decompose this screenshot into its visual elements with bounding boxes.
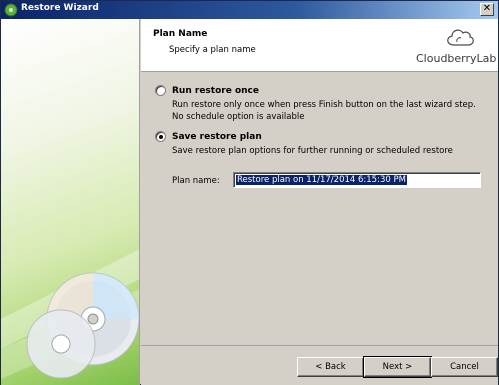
next-button[interactable]: Next > <box>363 356 432 378</box>
save-plan-radio[interactable] <box>155 131 166 142</box>
page-subtitle: Specify a plan name <box>169 45 256 55</box>
run-once-description: Run restore only once when press Finish … <box>172 100 476 122</box>
run-once-label[interactable]: Run restore once <box>172 86 259 96</box>
title-bar[interactable]: Restore Wizard ✕ <box>1 1 498 19</box>
cloud-icon <box>447 29 474 46</box>
plan-name-value[interactable]: Restore plan on 11/17/2014 6:15:30 PM <box>236 175 407 185</box>
close-button[interactable]: ✕ <box>480 3 494 16</box>
cd-disc-icon <box>1 249 139 379</box>
run-once-option[interactable]: Run restore once <box>155 85 259 96</box>
cancel-button[interactable]: Cancel <box>431 357 498 377</box>
plan-name-input[interactable]: Restore plan on 11/17/2014 6:15:30 PM <box>233 172 481 188</box>
window-title: Restore Wizard <box>21 3 99 13</box>
save-plan-option[interactable]: Save restore plan <box>155 131 262 142</box>
restore-wizard-icon <box>4 3 18 17</box>
save-plan-label[interactable]: Save restore plan <box>172 132 262 142</box>
page-title: Plan Name <box>153 29 208 39</box>
back-button[interactable]: < Back <box>297 357 364 377</box>
logo-text: CloudberryLab <box>416 52 497 65</box>
plan-name-label: Plan name: <box>172 176 220 186</box>
restore-wizard-window: Restore Wizard ✕ Plan Name Specify a pla… <box>0 0 499 385</box>
cloudberry-logo: CloudberryLab <box>416 25 496 67</box>
run-once-radio[interactable] <box>155 85 166 96</box>
save-plan-description: Save restore plan options for further ru… <box>172 146 453 156</box>
wizard-side-art <box>1 19 140 385</box>
wizard-footer: < Back Next > Cancel <box>141 345 498 385</box>
wizard-content: Run restore once Run restore only once w… <box>141 73 498 345</box>
wizard-header: Plan Name Specify a plan name Cloudberry… <box>141 19 498 72</box>
